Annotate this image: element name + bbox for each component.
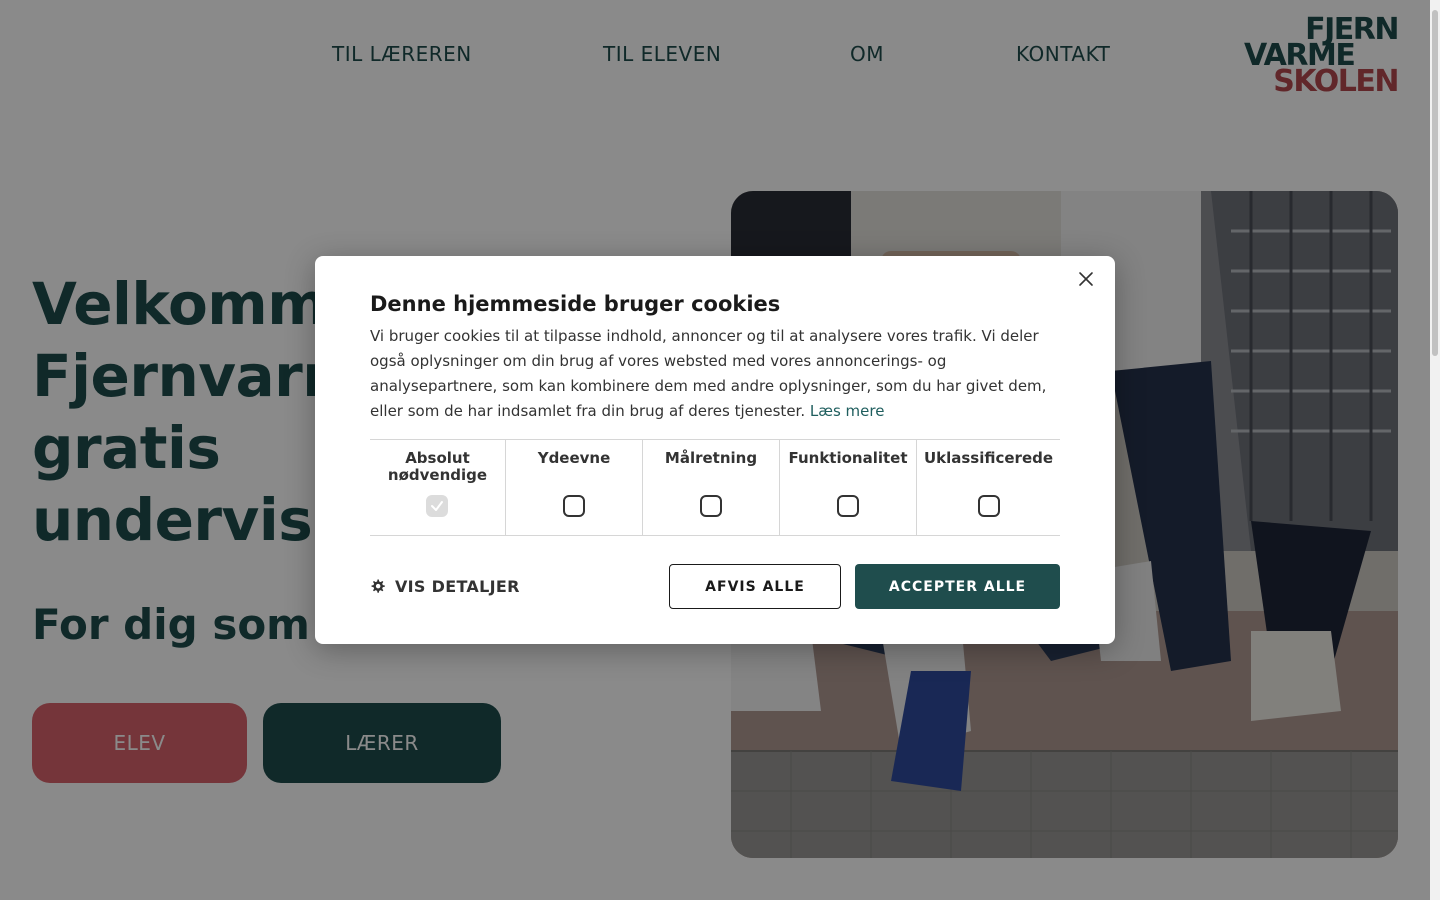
unclassified-checkbox[interactable] xyxy=(978,495,1000,517)
cookie-description: Vi bruger cookies til at tilpasse indhol… xyxy=(370,327,1047,420)
targeting-checkbox[interactable] xyxy=(700,495,722,517)
category-targeting: Målretning xyxy=(643,440,780,535)
scroll-down-arrow-icon[interactable] xyxy=(1432,894,1438,900)
cookie-category-table: Absolut nødvendige Ydeevne Målretning Fu… xyxy=(370,439,1060,536)
scroll-up-arrow-icon[interactable] xyxy=(1432,0,1438,6)
check-icon xyxy=(431,501,443,511)
category-necessary: Absolut nødvendige xyxy=(370,440,506,535)
category-performance: Ydeevne xyxy=(506,440,643,535)
accept-all-button[interactable]: ACCEPTER ALLE xyxy=(855,564,1060,609)
cookie-consent-dialog: Denne hjemmeside bruger cookies Vi bruge… xyxy=(315,256,1115,644)
close-icon xyxy=(1079,272,1093,286)
functionality-checkbox[interactable] xyxy=(837,495,859,517)
category-label: Målretning xyxy=(664,449,758,467)
category-label: Ydeevne xyxy=(537,449,611,467)
read-more-link[interactable]: Læs mere xyxy=(810,402,885,420)
category-functionality: Funktionalitet xyxy=(780,440,917,535)
necessary-checkbox xyxy=(426,495,448,517)
cookie-dialog-text: Vi bruger cookies til at tilpasse indhol… xyxy=(370,324,1060,424)
show-details-label: VIS DETALJER xyxy=(395,577,520,596)
reject-all-button[interactable]: AFVIS ALLE xyxy=(669,564,841,609)
performance-checkbox[interactable] xyxy=(563,495,585,517)
gear-icon xyxy=(371,579,385,593)
category-unclassified: Uklassificerede xyxy=(917,440,1060,535)
cookie-dialog-title: Denne hjemmeside bruger cookies xyxy=(370,292,781,316)
close-button[interactable] xyxy=(1075,268,1097,290)
show-details-button[interactable]: VIS DETALJER xyxy=(370,577,520,596)
category-label: Funktionalitet xyxy=(788,449,908,467)
category-label: Uklassificerede xyxy=(923,449,1054,467)
scrollbar-thumb[interactable] xyxy=(1432,10,1438,356)
category-label-line-1: Absolut xyxy=(405,449,470,467)
category-label: Absolut nødvendige xyxy=(370,450,505,484)
scrollbar[interactable] xyxy=(1430,0,1440,900)
category-label-line-2: nødvendige xyxy=(387,466,488,484)
